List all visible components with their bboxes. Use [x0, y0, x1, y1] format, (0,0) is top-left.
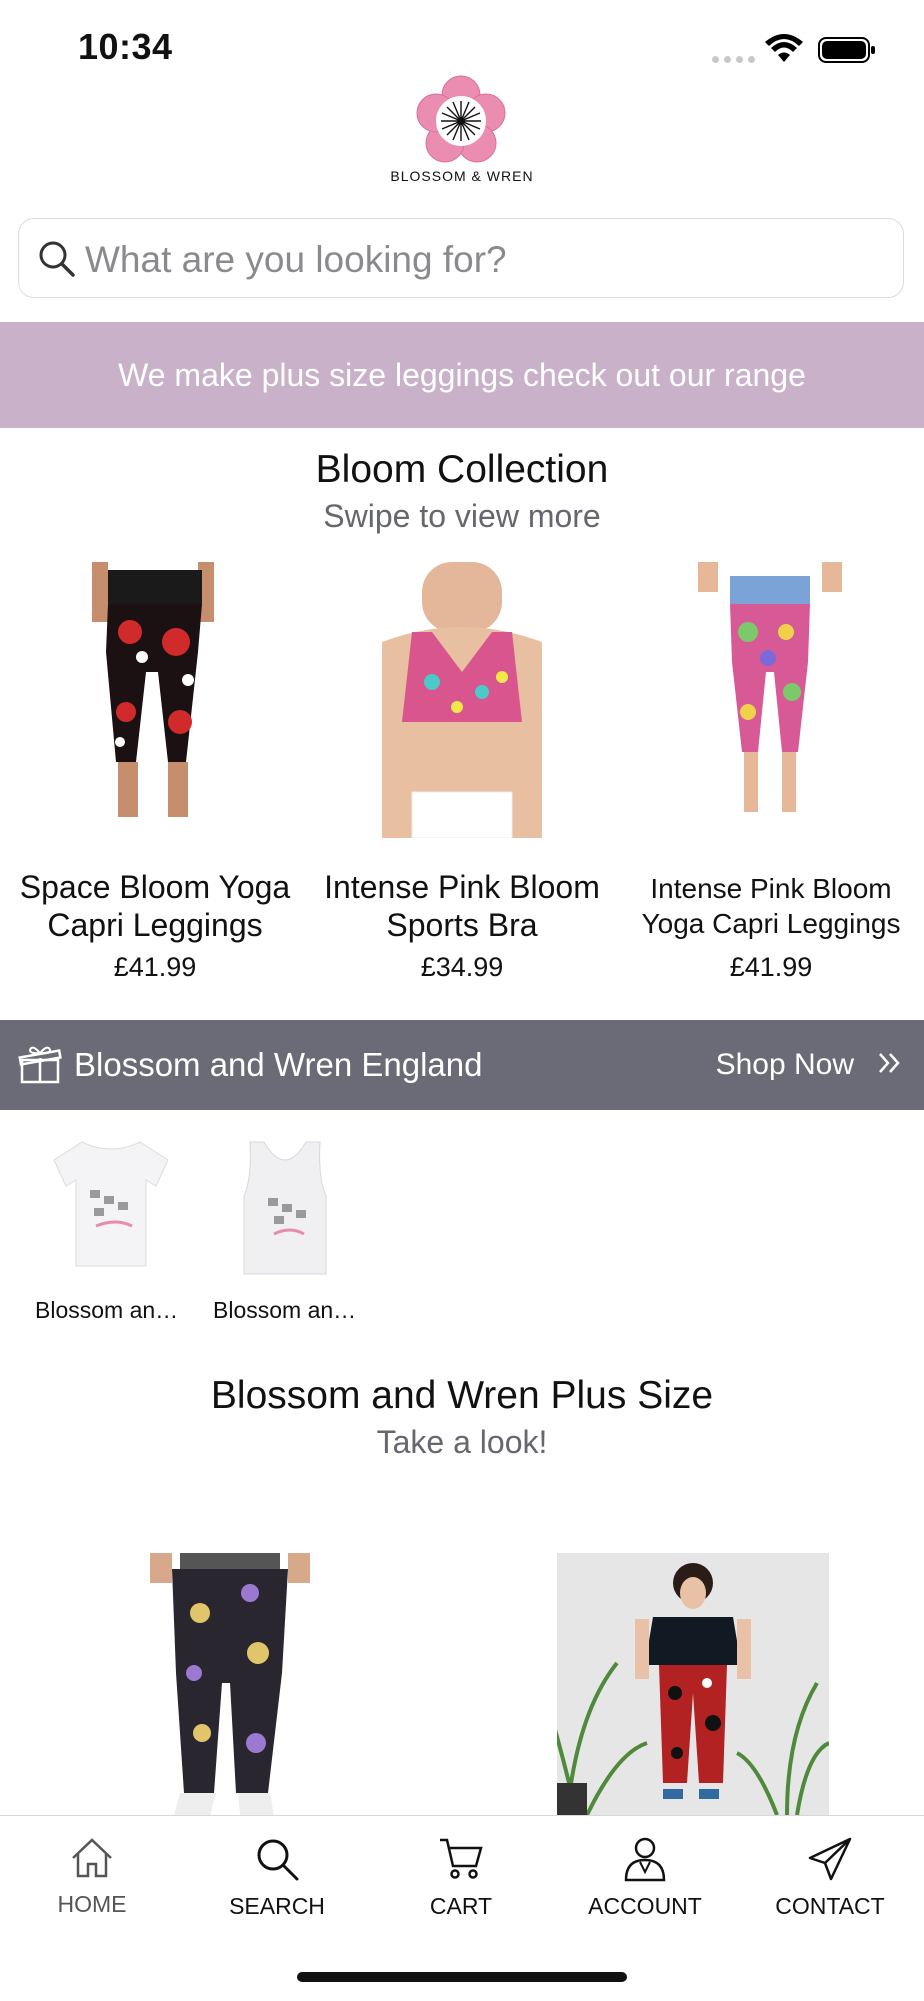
plus-size-title: Blossom and Wren Plus Size: [210, 1374, 714, 1417]
search-placeholder: What are you looking for?: [85, 239, 507, 280]
product-name[interactable]: Intense Pink Bloom Yoga Capri Leggings: [626, 871, 916, 941]
promo-banner[interactable]: We make plus size leggings check out our…: [0, 322, 924, 428]
product-image-pink-capri-leggings[interactable]: [690, 562, 850, 838]
shop-now-link[interactable]: Shop Now: [716, 1048, 854, 1082]
flower-logo-icon: [416, 75, 506, 163]
tab-account-label: ACCOUNT: [588, 1893, 702, 1919]
search-icon: [257, 1839, 299, 1881]
tab-account[interactable]: ACCOUNT: [570, 1836, 720, 1920]
product-price: £34.99: [420, 952, 504, 982]
plus-size-subtitle: Take a look!: [376, 1424, 548, 1460]
product-name[interactable]: Intense Pink Bloom Sports Bra: [317, 868, 607, 944]
product-image-plus-model[interactable]: [557, 1553, 829, 1815]
battery-icon: [818, 37, 875, 63]
signal-icon: [712, 56, 755, 63]
collection-title: Bloom Collection: [315, 448, 609, 491]
tab-cart-label: CART: [429, 1893, 493, 1919]
tab-search-label: SEARCH: [229, 1893, 325, 1919]
search-icon: [39, 241, 75, 277]
brand-wordmark: BLOSSOM & WREN: [390, 168, 534, 184]
status-time: 10:34: [78, 26, 173, 67]
search-input[interactable]: What are you looking for?: [18, 218, 904, 298]
tab-home-label: HOME: [57, 1891, 127, 1917]
paper-plane-icon: [808, 1837, 852, 1881]
product-image-plus-leggings[interactable]: [150, 1553, 310, 1815]
home-icon: [72, 1838, 112, 1878]
cart-icon: [440, 1838, 483, 1879]
account-icon: [624, 1837, 666, 1882]
tab-home[interactable]: HOME: [17, 1836, 167, 1918]
tab-contact-label: CONTACT: [775, 1893, 885, 1919]
product-name[interactable]: Blossom an…: [213, 1297, 356, 1324]
shop-banner-title: Blossom and Wren England: [74, 1046, 483, 1083]
double-chevron-right-icon: [879, 1053, 900, 1073]
product-price: £41.99: [113, 952, 197, 982]
tab-contact[interactable]: CONTACT: [755, 1836, 905, 1920]
product-name[interactable]: Space Bloom Yoga Capri Leggings: [10, 868, 300, 944]
collection-subtitle: Swipe to view more: [323, 498, 601, 534]
product-image-space-bloom-leggings[interactable]: [80, 562, 230, 838]
product-name[interactable]: Blossom an…: [35, 1297, 178, 1324]
product-price: £41.99: [729, 952, 813, 982]
product-image-tshirt[interactable]: [52, 1138, 170, 1270]
product-image-tank-top[interactable]: [240, 1138, 330, 1278]
product-image-sports-bra[interactable]: [372, 562, 552, 838]
gift-box-icon: [18, 1046, 62, 1084]
shop-banner[interactable]: Blossom and Wren England Shop Now: [0, 1020, 924, 1110]
tab-search[interactable]: SEARCH: [202, 1836, 352, 1920]
home-indicator: [297, 1972, 627, 1982]
tab-cart[interactable]: CART: [386, 1836, 536, 1920]
wifi-icon: [765, 34, 803, 62]
